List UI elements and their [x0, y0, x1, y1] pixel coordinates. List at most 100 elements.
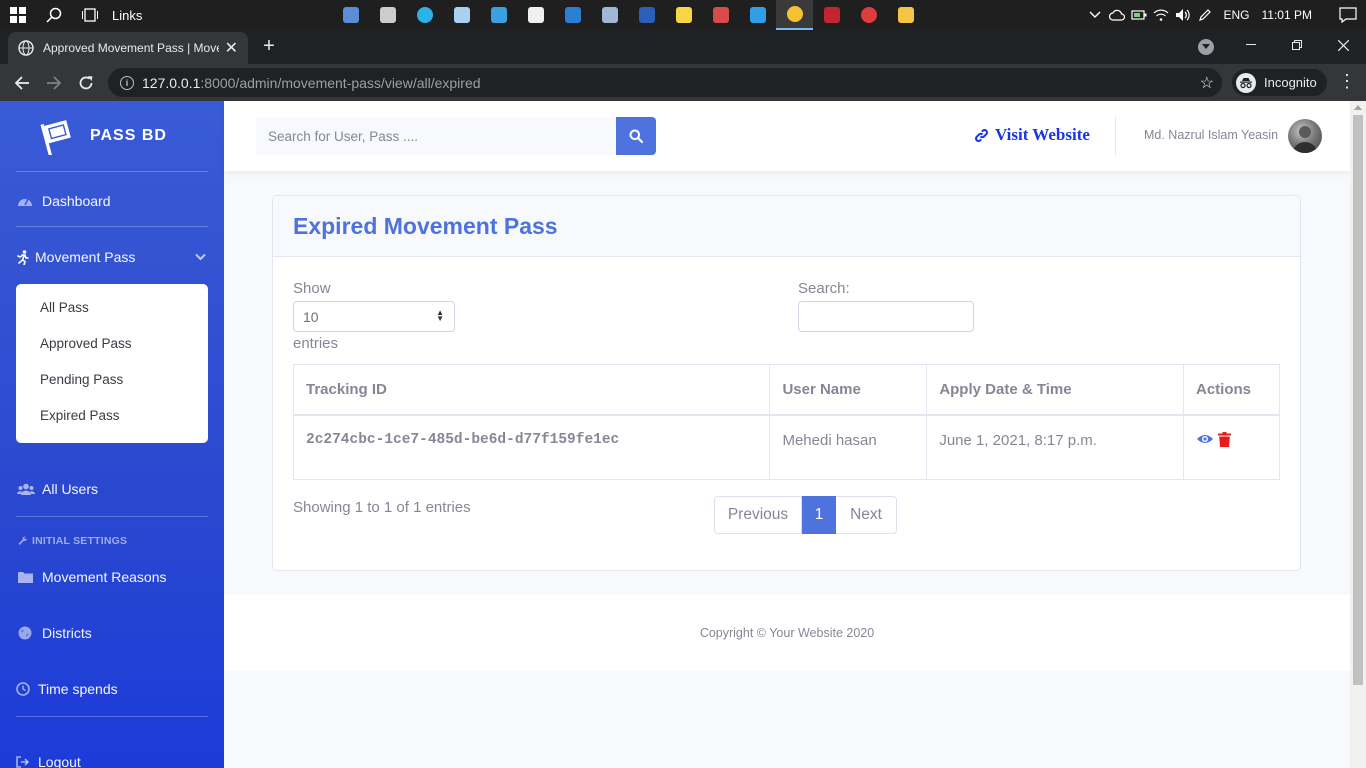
page-length-select[interactable]: 10 ▲ ▼ — [293, 301, 455, 332]
globe-icon — [18, 40, 34, 56]
task-view-button[interactable] — [72, 0, 108, 30]
sidebar-item-logout[interactable]: Logout — [16, 752, 208, 768]
battery-icon[interactable] — [1128, 0, 1150, 30]
table-row: 2c274cbc-1ce7-485d-be6d-d77f159fe1ec Meh… — [292, 414, 1280, 480]
table-header-row: Tracking ID User Name Apply Date & Time … — [292, 364, 1280, 416]
sidebar-item-time-spends[interactable]: Time spends — [16, 679, 208, 699]
sidebar-divider — [16, 516, 208, 517]
globe-icon — [16, 625, 34, 641]
bookmark-star-icon[interactable]: ☆ — [1200, 73, 1214, 93]
delete-trash-icon[interactable] — [1218, 431, 1231, 447]
monitor-app-icon — [342, 7, 359, 23]
arrow-right-icon — [47, 76, 62, 90]
wifi-icon[interactable] — [1150, 0, 1172, 30]
minimize-button[interactable] — [1228, 30, 1274, 60]
submenu-item-approved-pass[interactable]: Approved Pass — [16, 328, 208, 364]
visit-website-link[interactable]: Visit Website — [974, 125, 1090, 145]
address-bar[interactable]: i 127.0.0.1:8000/admin/movement-pass/vie… — [108, 68, 1222, 97]
column-header-tracking-id[interactable]: Tracking ID — [292, 364, 771, 416]
brand-link[interactable]: PASS BD — [0, 101, 224, 171]
taskbar-app-button[interactable] — [480, 0, 517, 30]
sidebar-item-dashboard[interactable]: Dashboard — [16, 191, 208, 211]
table-search-input[interactable] — [798, 301, 974, 332]
scroll-up-arrow-icon[interactable] — [1354, 105, 1362, 110]
new-tab-button[interactable]: + — [258, 36, 280, 58]
taskbar-app-button[interactable] — [406, 0, 443, 30]
taskbar-app-button[interactable] — [813, 0, 850, 30]
pagination-previous[interactable]: Previous — [714, 496, 802, 534]
user-name[interactable]: Md. Nazrul Islam Yeasin — [1144, 128, 1278, 142]
sidebar-item-districts[interactable]: Districts — [16, 623, 208, 643]
restore-button[interactable] — [1274, 30, 1320, 60]
taskbar-app-button[interactable] — [887, 0, 924, 30]
input-language[interactable]: ENG — [1224, 8, 1250, 22]
taskbar-app-button[interactable] — [443, 0, 480, 30]
submenu-item-expired-pass[interactable]: Expired Pass — [16, 400, 208, 436]
pagination-page-1[interactable]: 1 — [802, 496, 836, 534]
notification-center-button[interactable] — [1330, 0, 1366, 30]
taskbar-clock[interactable]: 11:01 PM — [1262, 8, 1312, 22]
show-label: Show — [293, 280, 331, 297]
taskbar-app-button[interactable] — [517, 0, 554, 30]
file-explorer-icon — [897, 7, 914, 23]
reload-icon — [79, 76, 93, 90]
browser-tab-active[interactable]: Approved Movement Pass | Movement Pass ✕ — [8, 32, 248, 64]
cloud-icon[interactable] — [1106, 0, 1128, 30]
taskbar-app-button[interactable] — [739, 0, 776, 30]
scrollbar-thumb[interactable] — [1353, 115, 1363, 685]
taskbar-app-button[interactable] — [369, 0, 406, 30]
search-input[interactable] — [256, 117, 616, 155]
flag-logo-icon — [40, 120, 71, 155]
chevron-up-icon[interactable] — [1084, 0, 1106, 30]
taskbar-search-button[interactable] — [36, 0, 72, 30]
link-icon — [974, 128, 989, 143]
taskbar-app-button[interactable] — [332, 0, 369, 30]
restore-icon — [1292, 40, 1302, 50]
column-header-user-name[interactable]: User Name — [769, 364, 928, 416]
pagination-next[interactable]: Next — [836, 496, 897, 534]
submenu-item-pending-pass[interactable]: Pending Pass — [16, 364, 208, 400]
column-header-apply-date[interactable]: Apply Date & Time — [926, 364, 1184, 416]
page-title: Expired Movement Pass — [293, 213, 558, 239]
sidebar-item-label: Logout — [38, 754, 81, 768]
column-header-actions[interactable]: Actions — [1183, 364, 1280, 416]
apply-date-cell: June 1, 2021, 8:17 p.m. — [926, 414, 1184, 480]
close-tab-icon[interactable]: ✕ — [225, 38, 238, 58]
taskbar-app-button[interactable] — [776, 0, 813, 30]
windows-logo-icon — [10, 7, 26, 23]
clock-icon — [16, 681, 30, 697]
view-eye-icon[interactable] — [1196, 433, 1214, 445]
sidebar-item-movement-reasons[interactable]: Movement Reasons — [16, 567, 208, 587]
calculator-icon — [601, 7, 618, 23]
search-button[interactable] — [616, 117, 656, 155]
sidebar: PASS BD Dashboard Movement Pass All Pass… — [0, 101, 224, 768]
pen-icon[interactable] — [1194, 0, 1216, 30]
sidebar-item-movement-pass[interactable]: Movement Pass — [16, 247, 208, 267]
taskbar-app-button[interactable] — [850, 0, 887, 30]
volume-icon[interactable] — [1172, 0, 1194, 30]
site-info-icon[interactable]: i — [120, 75, 134, 90]
taskbar-app-button[interactable] — [591, 0, 628, 30]
incognito-profile-button[interactable]: Incognito — [1232, 69, 1327, 96]
remote-desktop-icon — [490, 7, 507, 23]
taskbar-links-toolbar[interactable]: Links — [112, 8, 142, 23]
back-button[interactable] — [10, 71, 34, 95]
users-icon — [16, 481, 36, 497]
avatar[interactable] — [1288, 119, 1322, 153]
sidebar-item-all-users[interactable]: All Users — [16, 479, 208, 499]
taskbar-app-button[interactable] — [665, 0, 702, 30]
submenu-item-all-pass[interactable]: All Pass — [16, 292, 208, 328]
sign-out-icon — [16, 754, 30, 768]
page-scrollbar[interactable] — [1350, 101, 1366, 768]
taskbar-app-button[interactable] — [628, 0, 665, 30]
forward-button[interactable] — [42, 71, 66, 95]
reload-button[interactable] — [74, 71, 98, 95]
search-label: Search: — [798, 280, 850, 297]
windows-start-button[interactable] — [0, 0, 36, 30]
tab-search-icon[interactable] — [1198, 39, 1214, 55]
taskbar-app-button[interactable] — [554, 0, 591, 30]
taskbar-app-button[interactable] — [702, 0, 739, 30]
close-window-button[interactable] — [1320, 30, 1366, 60]
browser-menu-icon[interactable]: ⋮ — [1338, 72, 1356, 90]
close-icon — [1337, 39, 1349, 51]
